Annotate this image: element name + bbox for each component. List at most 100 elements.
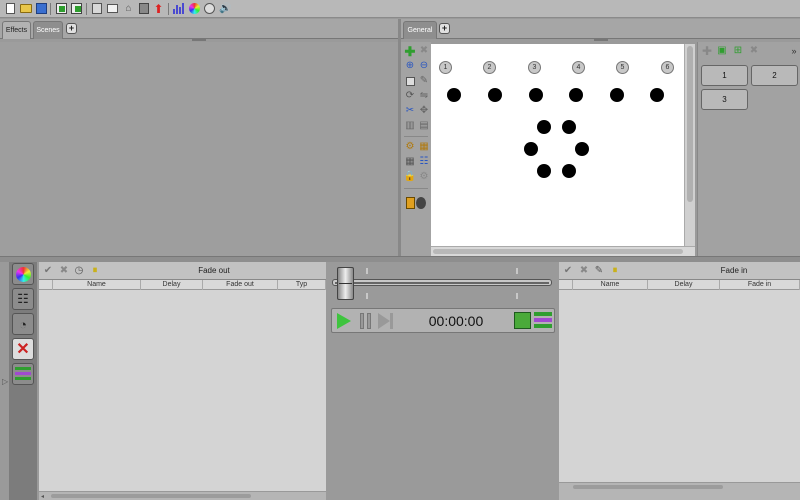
add-scene-icon[interactable]: ✚ [701,45,713,57]
fade-out-scrollbar[interactable]: ◂ [39,491,326,500]
pause-icon[interactable]: ⏸ [609,265,621,277]
scroll-left-arrow[interactable]: ◂ [41,493,44,500]
pause-icon[interactable]: ⏸ [89,265,101,277]
remove-fixture-icon[interactable]: ✖ [418,45,430,57]
expand-panel-icon[interactable]: » [788,45,800,57]
grid-icon[interactable]: ▦ [418,141,430,153]
add-cue-icon[interactable] [514,312,531,329]
save-icon[interactable] [35,2,48,15]
scroll-thumb[interactable] [687,46,693,202]
scene-copy-icon[interactable]: ⊞ [732,45,744,57]
fixture-dot[interactable] [575,142,589,156]
crossfade-slider-track[interactable] [332,279,552,286]
check-icon[interactable]: ✔ [562,265,574,277]
left-splitter-handle[interactable] [192,39,206,41]
properties-icon[interactable] [404,75,416,87]
color-picker-button[interactable] [12,263,34,285]
remove-icon[interactable]: ✖ [58,265,70,277]
color-wheel-icon[interactable] [188,2,201,15]
fixture-editor-icon[interactable] [404,195,428,211]
tab-effects[interactable]: Effects [2,21,31,39]
fade-in-list[interactable] [559,291,800,482]
rotate-icon[interactable]: ⟳ [404,90,416,102]
sliders-button[interactable]: ☷ [12,288,34,310]
zoom-out-icon[interactable]: ⊖ [418,60,430,72]
stage-vertical-scrollbar[interactable] [684,44,695,246]
add-tab-button[interactable]: + [66,23,77,34]
scroll-thumb[interactable] [573,485,723,489]
tab-general[interactable]: General [403,21,437,39]
lock-icon[interactable]: 🔒 [404,171,416,183]
fixture-dot[interactable] [650,88,664,102]
fixture-dot[interactable] [537,164,551,178]
right-splitter-handle[interactable] [594,39,608,41]
scroll-thumb[interactable] [51,494,251,498]
scene-button[interactable]: 1 [701,65,748,86]
fixture-dot[interactable] [488,88,502,102]
new-file-icon[interactable] [4,2,17,15]
column-header-fade-out[interactable]: Fade out [203,280,278,290]
align-icon[interactable]: ▥ [404,120,416,132]
flip-icon[interactable]: ⇋ [418,90,430,102]
distribute-icon[interactable]: ▤ [418,120,430,132]
play-button[interactable] [335,312,353,330]
scene-edit-icon[interactable]: ▣ [716,45,728,57]
crossfade-slider-handle[interactable] [337,267,354,300]
scroll-thumb[interactable] [433,249,683,254]
add-fixture-icon[interactable]: ✚ [404,45,416,58]
bar-chart-icon[interactable] [172,2,185,15]
open-folder-icon[interactable] [19,2,32,15]
scene-button[interactable]: 2 [751,65,798,86]
export-icon[interactable] [70,2,83,15]
fixture-dot[interactable] [529,88,543,102]
fixture-dot[interactable] [562,120,576,134]
column-header-fade-in[interactable]: Fade in [720,280,800,290]
fade-in-scrollbar[interactable] [559,482,800,491]
scene-button[interactable]: 3 [701,89,748,110]
timer-icon[interactable]: ◷ [73,265,85,277]
fade-out-list[interactable] [39,291,326,491]
pause-button[interactable] [357,313,373,329]
edit-icon[interactable]: ✎ [593,265,605,277]
cut-icon[interactable]: ✂ [404,105,416,117]
add-tab-button[interactable]: + [439,23,450,34]
group-icon[interactable]: ⚙ [404,141,416,153]
cue-list-button[interactable] [12,363,34,385]
fixture-icon[interactable]: ⌂ [122,2,135,15]
dmx-icon[interactable] [203,2,216,15]
crossfade-button[interactable]: ✕ [12,338,34,360]
column-header-type[interactable]: Typ [278,280,326,290]
stage-horizontal-scrollbar[interactable] [431,246,695,256]
fixture-dot[interactable] [610,88,624,102]
arrange-icon[interactable]: ✥ [418,105,430,117]
tab-scenes[interactable]: Scenes [33,21,63,39]
network-icon[interactable]: ☷ [418,156,430,168]
check-icon[interactable]: ✔ [42,265,54,277]
palette-icon[interactable] [90,2,103,15]
fixture-dot[interactable] [524,142,538,156]
channels-icon[interactable] [137,2,150,15]
layout-icon[interactable]: ▦ [404,156,416,168]
stage-canvas[interactable]: 1 2 3 4 5 6 [431,44,684,246]
gauge-sliders-button[interactable]: ◔ [12,313,34,335]
remove-icon[interactable]: ✖ [578,265,590,277]
speaker-icon[interactable]: 🔊 [219,2,232,15]
scene-delete-icon[interactable]: ✖ [748,45,760,57]
column-header-delay[interactable]: Delay [141,280,203,290]
collapse-arrow-icon[interactable]: ▷ [2,377,8,386]
column-header-name[interactable]: Name [53,280,141,290]
fixture-dot[interactable] [569,88,583,102]
column-header-delay[interactable]: Delay [648,280,720,290]
skip-forward-button[interactable] [378,313,396,329]
fixture-dot[interactable] [562,164,576,178]
cue-list-icon[interactable] [534,312,552,329]
settings-icon[interactable]: ⚙ [418,171,430,183]
rename-icon[interactable]: ✎ [418,75,430,87]
import-icon[interactable] [55,2,68,15]
zoom-in-icon[interactable]: ⊕ [404,60,416,72]
fixture-dot[interactable] [537,120,551,134]
email-icon[interactable] [106,2,119,15]
column-header-name[interactable]: Name [573,280,648,290]
upload-icon[interactable]: ⬆ [152,2,165,15]
fixture-dot[interactable] [447,88,461,102]
